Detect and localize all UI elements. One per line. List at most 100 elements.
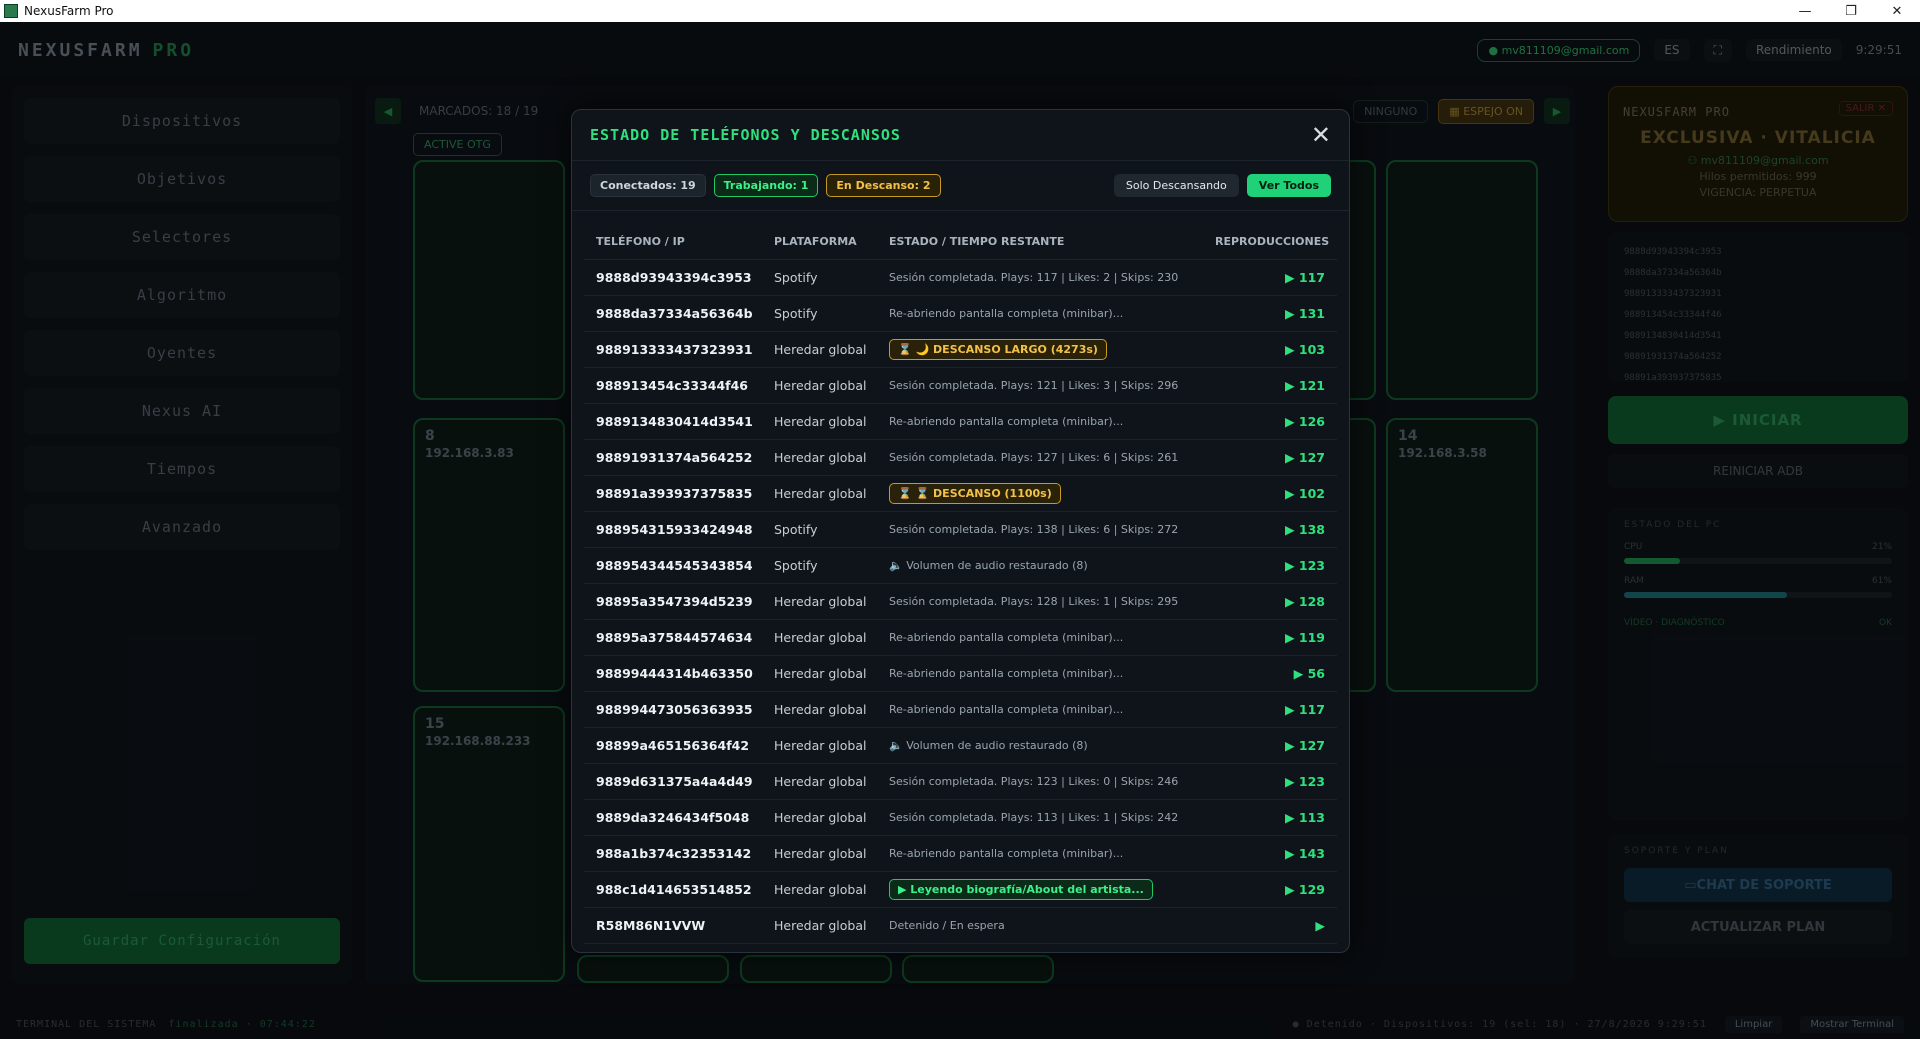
- table-row[interactable]: 988a1b374c32353142 Heredar global Re-abrie…: [584, 836, 1337, 872]
- col-plays: REPRODUCCIONES: [1215, 234, 1330, 248]
- modal-filter-bar: Conectados: 19 Trabajando: 1 En Descanso…: [572, 161, 1349, 211]
- play-count: ▶ 117: [1284, 702, 1325, 717]
- table-row[interactable]: 988c1d414653514852 Heredar global ▶ Leyend…: [584, 872, 1337, 908]
- status-cell: Re-abriendo pantalla completa (minibar).…: [889, 703, 1245, 716]
- status-cell: ▶ Leyendo biografía/About del artista...: [889, 879, 1245, 900]
- table-row[interactable]: 9888d93943394c3953 Spotify Sesión completa…: [584, 260, 1337, 296]
- modal-header: ESTADO DE TELÉFONOS Y DESCANSOS ✕: [572, 110, 1349, 161]
- status-text: Sesión completada. Plays: 121 | Likes: 3…: [889, 379, 1179, 392]
- status-cell: Re-abriendo pantalla completa (minibar).…: [889, 667, 1245, 680]
- platform: Spotify: [774, 306, 818, 321]
- status-cell: Re-abriendo pantalla completa (minibar).…: [889, 847, 1245, 860]
- play-count: ▶ 102: [1284, 486, 1325, 501]
- phone-status-modal: ESTADO DE TELÉFONOS Y DESCANSOS ✕ Conect…: [571, 109, 1350, 953]
- status-cell: 🔈 Volumen de audio restaurado (8): [889, 559, 1245, 572]
- play-count: ▶ 123: [1284, 558, 1325, 573]
- status-text: Sesión completada. Plays: 113 | Likes: 1…: [889, 811, 1179, 824]
- window-title: NexusFarm Pro: [24, 4, 114, 18]
- play-count: ▶ 121: [1284, 378, 1325, 393]
- status-text: 🔈 Volumen de audio restaurado (8): [889, 739, 1088, 752]
- maximize-button[interactable]: ❐: [1828, 4, 1874, 19]
- status-cell: Sesión completada. Plays: 113 | Likes: 1…: [889, 811, 1245, 824]
- status-cell: Sesión completada. Plays: 128 | Likes: 1…: [889, 595, 1245, 608]
- platform: Spotify: [774, 522, 818, 537]
- table-row[interactable]: 9889da3246434f5048 Heredar global Sesión c…: [584, 800, 1337, 836]
- platform: Heredar global: [774, 918, 867, 933]
- status-cell: Re-abriendo pantalla completa (minibar).…: [889, 415, 1245, 428]
- table-row[interactable]: 98891931374a564252 Heredar global Sesión c…: [584, 440, 1337, 476]
- table-row[interactable]: 988994473056363935 Heredar global Re-abrie…: [584, 692, 1337, 728]
- status-badge: ⌛ ⌛ DESCANSO (1100s): [889, 483, 1061, 504]
- status-text: Re-abriendo pantalla completa (minibar).…: [889, 847, 1124, 860]
- platform: Heredar global: [774, 486, 867, 501]
- col-phone: TELÉFONO / IP: [596, 234, 685, 248]
- status-text: Re-abriendo pantalla completa (minibar).…: [889, 703, 1124, 716]
- phone-id: 98891a393937375835: [596, 486, 753, 501]
- table-row[interactable]: 988954344545343854 Spotify 🔈 Volumen de au…: [584, 548, 1337, 584]
- status-cell: Sesión completada. Plays: 121 | Likes: 3…: [889, 379, 1245, 392]
- play-count: ▶ 113: [1284, 810, 1325, 825]
- table-row[interactable]: 988954315933424948 Spotify Sesión completa…: [584, 512, 1337, 548]
- platform: Heredar global: [774, 738, 867, 753]
- status-text: 🔈 Volumen de audio restaurado (8): [889, 559, 1088, 572]
- phone-id: 98895a375844574634: [596, 630, 753, 645]
- play-count: ▶ 128: [1284, 594, 1325, 609]
- connected-badge: Conectados: 19: [590, 174, 706, 197]
- platform: Heredar global: [774, 774, 867, 789]
- phone-id: 9888da37334a56364b: [596, 306, 753, 321]
- table-row[interactable]: 988913333437323931 Heredar global ⌛ 🌙 DESC…: [584, 332, 1337, 368]
- phone-id: 988994473056363935: [596, 702, 753, 717]
- table-row[interactable]: 9888da37334a56364b Spotify Re-abriendo pan…: [584, 296, 1337, 332]
- play-count: ▶ 129: [1284, 882, 1325, 897]
- filter-resting-button[interactable]: Solo Descansando: [1113, 174, 1239, 197]
- play-count: ▶ 117: [1284, 270, 1325, 285]
- status-text: Re-abriendo pantalla completa (minibar).…: [889, 307, 1124, 320]
- play-count: ▶ 127: [1284, 450, 1325, 465]
- col-platform: PLATAFORMA: [774, 234, 857, 248]
- window-controls: — ❐ ✕: [1782, 4, 1920, 19]
- table-header: TELÉFONO / IP PLATAFORMA ESTADO / TIEMPO…: [584, 223, 1337, 260]
- status-text: Sesión completada. Plays: 123 | Likes: 0…: [889, 775, 1179, 788]
- phone-id: 98891931374a564252: [596, 450, 753, 465]
- table-row[interactable]: 98899a465156364f42 Heredar global 🔈 Volume…: [584, 728, 1337, 764]
- table-row[interactable]: 9889d631375a4a4d49 Heredar global Sesión c…: [584, 764, 1337, 800]
- table-row[interactable]: 98899444314b463350 Heredar global Re-abrie…: [584, 656, 1337, 692]
- filter-all-button[interactable]: Ver Todos: [1246, 174, 1331, 197]
- play-count: ▶ 131: [1284, 306, 1325, 321]
- phone-table-body: 9888d93943394c3953 Spotify Sesión completa…: [584, 260, 1337, 944]
- phone-id: 988913333437323931: [596, 342, 753, 357]
- status-text: Re-abriendo pantalla completa (minibar).…: [889, 667, 1124, 680]
- table-row[interactable]: 98891a393937375835 Heredar global ⌛ ⌛ DESC…: [584, 476, 1337, 512]
- table-row[interactable]: 98895a3547394d5239 Heredar global Sesión c…: [584, 584, 1337, 620]
- platform: Spotify: [774, 558, 818, 573]
- table-row[interactable]: 98895a375844574634 Heredar global Re-abrie…: [584, 620, 1337, 656]
- minimize-button[interactable]: —: [1782, 4, 1828, 19]
- play-count: ▶: [1315, 918, 1325, 933]
- phone-id: 988913454c33344f46: [596, 378, 749, 393]
- table-row[interactable]: 9889134830414d3541 Heredar global Re-abrie…: [584, 404, 1337, 440]
- status-cell: Re-abriendo pantalla completa (minibar).…: [889, 631, 1245, 644]
- close-icon[interactable]: ✕: [1311, 123, 1331, 147]
- platform: Heredar global: [774, 594, 867, 609]
- platform: Heredar global: [774, 846, 867, 861]
- table-row[interactable]: R58M86N1VVW Heredar global Detenido / En e…: [584, 908, 1337, 944]
- platform: Heredar global: [774, 378, 867, 393]
- play-count: ▶ 119: [1284, 630, 1325, 645]
- platform: Heredar global: [774, 450, 867, 465]
- status-cell: ⌛ ⌛ DESCANSO (1100s): [889, 483, 1245, 504]
- close-window-button[interactable]: ✕: [1874, 4, 1920, 19]
- platform: Heredar global: [774, 810, 867, 825]
- status-text: Detenido / En espera: [889, 919, 1005, 932]
- phone-id: 9889134830414d3541: [596, 414, 753, 429]
- status-text: Sesión completada. Plays: 117 | Likes: 2…: [889, 271, 1179, 284]
- table-row[interactable]: 988913454c33344f46 Heredar global Sesión c…: [584, 368, 1337, 404]
- status-cell: ⌛ 🌙 DESCANSO LARGO (4273s): [889, 339, 1245, 360]
- status-badge: ⌛ 🌙 DESCANSO LARGO (4273s): [889, 339, 1107, 360]
- resting-badge: En Descanso: 2: [826, 174, 941, 197]
- status-text: Sesión completada. Plays: 128 | Likes: 1…: [889, 595, 1179, 608]
- col-status: ESTADO / TIEMPO RESTANTE: [889, 234, 1065, 248]
- play-count: ▶ 126: [1284, 414, 1325, 429]
- play-count: ▶ 123: [1284, 774, 1325, 789]
- play-count: ▶ 127: [1284, 738, 1325, 753]
- status-cell: 🔈 Volumen de audio restaurado (8): [889, 739, 1245, 752]
